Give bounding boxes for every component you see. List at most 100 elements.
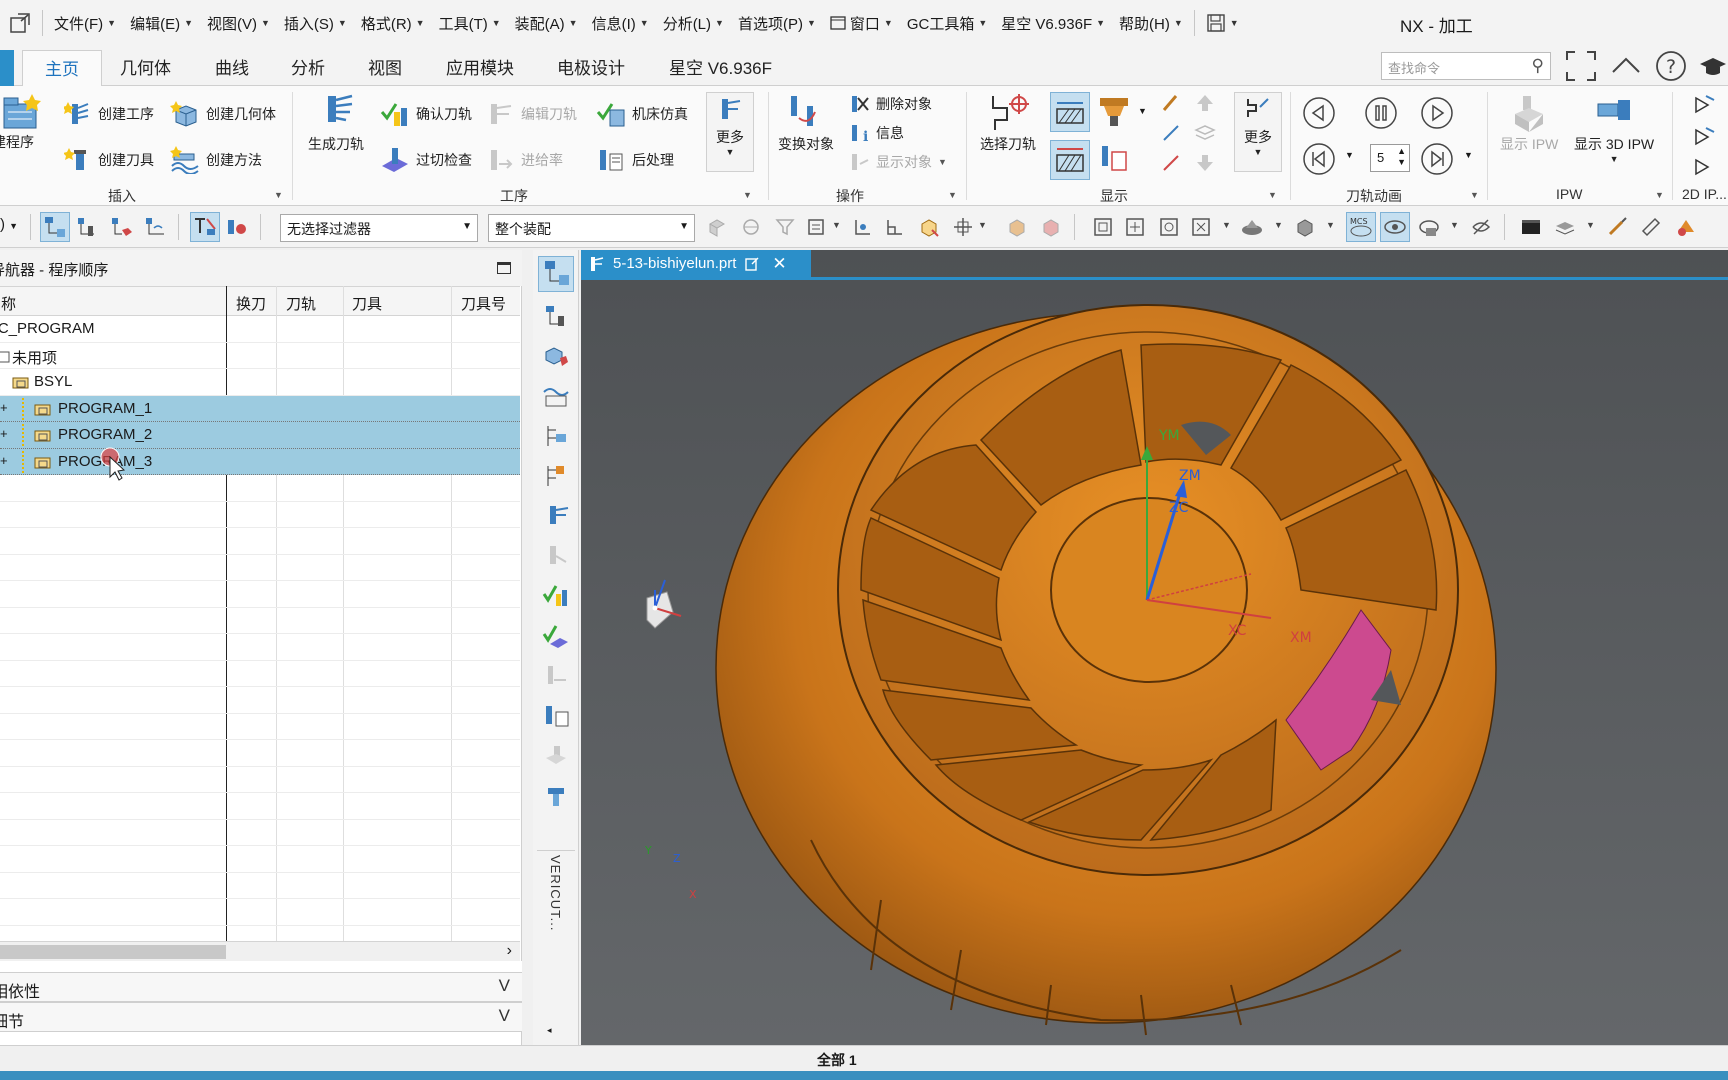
- scroll-right-icon[interactable]: ›: [507, 942, 512, 960]
- delete-object-button[interactable]: 删除对象: [848, 92, 932, 116]
- graphics-window[interactable]: YM ZM ZC XC XM Y Z X: [581, 250, 1728, 1045]
- create-operation-button[interactable]: 创建工序: [64, 100, 154, 128]
- display-toggle-2[interactable]: [1050, 140, 1090, 180]
- display-copy-icon[interactable]: [1098, 142, 1130, 180]
- tab-curve[interactable]: 曲线: [215, 54, 249, 79]
- line-tool-1-icon[interactable]: [1160, 92, 1182, 118]
- operation-group-dropdown[interactable]: ▼: [743, 190, 752, 200]
- feature-navigator-icon[interactable]: [542, 422, 570, 450]
- tab-view[interactable]: 视图: [368, 54, 402, 79]
- ipw-group-dropdown[interactable]: ▼: [1655, 190, 1664, 200]
- filter-icon-2[interactable]: [226, 216, 248, 238]
- ip2d-icon-3[interactable]: [1692, 156, 1716, 182]
- ipw-side-icon[interactable]: [542, 742, 570, 770]
- layer-dropdown[interactable]: ▼: [1586, 220, 1595, 230]
- create-method-button[interactable]: 创建方法: [170, 146, 262, 174]
- layer-settings-icon[interactable]: [1554, 216, 1576, 238]
- move-up-icon[interactable]: [1194, 92, 1216, 118]
- column-tool-number[interactable]: 刀具号: [461, 293, 506, 314]
- select-body-icon[interactable]: [740, 216, 762, 238]
- orient-view-icon[interactable]: [1294, 216, 1316, 238]
- tool-display-dropdown[interactable]: ▼: [1138, 106, 1147, 116]
- create-tool-button[interactable]: 创建刀具: [64, 146, 154, 174]
- brush-icon[interactable]: [1606, 216, 1628, 238]
- nx-app-icon[interactable]: [2, 8, 38, 38]
- step-forward-dropdown[interactable]: ▼: [1464, 150, 1473, 160]
- geometry-navigator-icon[interactable]: [542, 342, 570, 370]
- gouge-check-side-icon[interactable]: [542, 622, 570, 650]
- generate-toolpath-button[interactable]: 生成刀轨: [308, 92, 364, 154]
- details-panel[interactable]: 细节 V: [0, 1002, 522, 1032]
- animation-speed-input[interactable]: 5 ▲ ▼: [1370, 144, 1410, 172]
- line-tool-3-icon[interactable]: [1160, 152, 1182, 178]
- rewind-button[interactable]: [1302, 96, 1336, 134]
- hide-show-icon[interactable]: [1470, 216, 1492, 238]
- expand-icon[interactable]: +: [0, 453, 8, 468]
- menu-view[interactable]: 视图(V) ▼: [200, 13, 277, 34]
- select-list-icon[interactable]: [806, 216, 828, 238]
- display-object-button[interactable]: 显示对象 ▼: [848, 150, 947, 174]
- step-back-dropdown[interactable]: ▼: [1345, 150, 1354, 160]
- menu-edit[interactable]: 编辑(E) ▼: [123, 13, 200, 34]
- snap-cube-icon[interactable]: [918, 216, 940, 238]
- fullscreen-icon[interactable]: [1565, 50, 1597, 88]
- command-search-input[interactable]: 查找命令 ⚲: [1381, 52, 1551, 80]
- collapse-resource-bar-icon[interactable]: ◂: [547, 1025, 552, 1036]
- rotate-icon[interactable]: [1158, 216, 1180, 238]
- display-toggle-active[interactable]: [1050, 92, 1090, 132]
- visibility-dropdown[interactable]: ▼: [1450, 220, 1459, 230]
- snap-point-icon[interactable]: [852, 216, 874, 238]
- black-panel-icon[interactable]: [1520, 216, 1542, 238]
- menu-window[interactable]: 窗口 ▼: [823, 13, 900, 34]
- post-process-side-icon[interactable]: [542, 702, 570, 730]
- visibility-settings-icon[interactable]: [1418, 216, 1440, 238]
- collapse-ribbon-icon[interactable]: [1610, 50, 1642, 88]
- shaded-box-2-icon[interactable]: [1040, 216, 1062, 238]
- confirm-toolpath-button[interactable]: 确认刀轨: [380, 100, 472, 128]
- feed-rate-button[interactable]: 进给率: [487, 146, 563, 174]
- machine-simulation-button[interactable]: 机床仿真: [596, 100, 688, 128]
- gouge-check-button[interactable]: 过切检查: [380, 146, 472, 174]
- select-filter-icon[interactable]: [774, 216, 796, 238]
- speed-spinner-icon[interactable]: ▲ ▼: [1397, 146, 1406, 168]
- render-style-dropdown[interactable]: ▼: [1274, 220, 1283, 230]
- info-button[interactable]: i 信息: [848, 121, 904, 145]
- menu-gc-toolbox[interactable]: GC工具箱 ▼: [900, 13, 994, 34]
- machine-tool-navigator-icon[interactable]: [542, 302, 570, 330]
- line-tool-2-icon[interactable]: [1160, 122, 1182, 148]
- machine-tool-view-icon[interactable]: [76, 216, 98, 238]
- tab-xingkong[interactable]: 星空 V6.936F: [669, 54, 772, 79]
- column-toolpath[interactable]: 刀轨: [286, 293, 316, 314]
- save-button[interactable]: ▼: [1199, 13, 1246, 33]
- edit-toolpath-button[interactable]: 编辑刀轨: [487, 100, 577, 128]
- create-program-button[interactable]: 创建程序: [0, 92, 42, 152]
- tree-row-unused[interactable]: 未用项: [0, 343, 520, 369]
- tree-row-nc-program[interactable]: NC_PROGRAM: [0, 316, 520, 343]
- tab-applications[interactable]: 应用模块: [446, 54, 514, 79]
- menu-xingkong[interactable]: 星空 V6.936F ▼: [994, 13, 1112, 34]
- measure-icon[interactable]: [1640, 216, 1662, 238]
- menu-info[interactable]: 信息(I) ▼: [585, 13, 656, 34]
- feed-rate-side-icon[interactable]: [542, 662, 570, 690]
- assembly-scope-select[interactable]: 整个装配 ▼: [488, 214, 695, 242]
- tree-row-program-1[interactable]: + PROGRAM_1: [0, 395, 520, 422]
- program-order-view-button[interactable]: [40, 212, 70, 242]
- vericut-tab[interactable]: VERICUT...: [548, 855, 563, 931]
- ip2d-icon-1[interactable]: [1692, 94, 1716, 120]
- expand-icon[interactable]: +: [0, 400, 8, 415]
- move-down-icon[interactable]: [1194, 152, 1216, 178]
- selection-filter-select[interactable]: 无选择过滤器 ▼: [280, 214, 478, 242]
- column-tool-change[interactable]: 换刀: [236, 293, 266, 314]
- step-forward-button[interactable]: [1420, 142, 1454, 180]
- menu-format[interactable]: 格式(R) ▼: [354, 13, 432, 34]
- zoom-icon[interactable]: [1124, 216, 1146, 238]
- navigator-horizontal-scrollbar[interactable]: ›: [0, 941, 520, 961]
- play-button[interactable]: [1420, 96, 1454, 134]
- help-icon[interactable]: ?: [1655, 50, 1687, 88]
- tree-row-program-2[interactable]: + PROGRAM_2: [0, 422, 520, 449]
- expand-icon[interactable]: +: [0, 426, 8, 441]
- snap-grid-icon[interactable]: [884, 216, 906, 238]
- menu-file[interactable]: 文件(F) ▼: [47, 13, 123, 34]
- shaded-box-icon[interactable]: [1006, 216, 1028, 238]
- orient-view-dropdown[interactable]: ▼: [1326, 220, 1335, 230]
